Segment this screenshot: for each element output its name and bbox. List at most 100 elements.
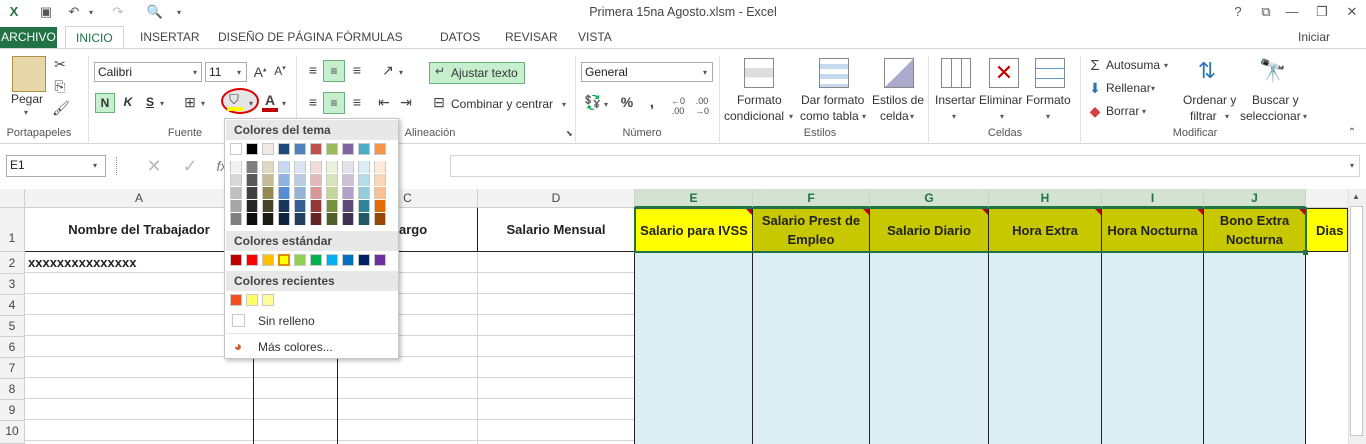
find-select-icon[interactable]: 🔭 (1258, 58, 1288, 84)
recent-color-swatch[interactable] (246, 294, 258, 306)
fill-button[interactable]: Rellenar (1106, 81, 1151, 95)
format-as-table-icon[interactable] (819, 58, 849, 88)
theme-shade-swatch[interactable] (310, 213, 322, 225)
font-name-select[interactable]: Calibri (94, 62, 202, 82)
theme-shade-swatch[interactable] (310, 161, 322, 173)
theme-shade-swatch[interactable] (246, 213, 258, 225)
find-select-label-2[interactable]: seleccionar (1240, 109, 1301, 123)
theme-shade-swatch[interactable] (310, 174, 322, 186)
theme-shade-swatch[interactable] (294, 174, 306, 186)
autosum-dropdown-icon[interactable]: ▾ (1164, 61, 1168, 70)
tab-home[interactable]: INICIO (65, 26, 124, 49)
confirm-entry-icon[interactable]: ✓ (180, 156, 200, 177)
name-box-dropdown-icon[interactable]: ▾ (93, 161, 97, 170)
close-icon[interactable]: ✕ (1342, 4, 1362, 22)
theme-shade-swatch[interactable] (294, 187, 306, 199)
theme-shade-swatch[interactable] (278, 200, 290, 212)
comment-indicator-icon[interactable] (982, 209, 988, 215)
tab-review[interactable]: REVISAR (495, 26, 568, 49)
theme-shade-swatch[interactable] (342, 213, 354, 225)
comment-indicator-icon[interactable] (1299, 209, 1305, 215)
comment-indicator-icon[interactable] (1095, 209, 1101, 215)
increase-indent-icon[interactable]: ⇥ (396, 94, 416, 111)
cell-d1[interactable]: Salario Mensual (478, 208, 635, 252)
ribbon-display-icon[interactable]: ⧉ (1256, 4, 1276, 22)
theme-shade-swatch[interactable] (374, 187, 386, 199)
theme-color-swatch[interactable] (326, 143, 338, 155)
theme-shade-swatch[interactable] (310, 200, 322, 212)
theme-shade-swatch[interactable] (358, 200, 370, 212)
tab-formulas[interactable]: FÓRMULAS (326, 26, 413, 49)
borders-dropdown-icon[interactable]: ▾ (201, 99, 205, 108)
format-as-table-label-2[interactable]: como tabla (800, 109, 859, 123)
format-as-table-label[interactable]: Dar formato (801, 93, 864, 107)
borders-icon[interactable]: ⊞ (182, 94, 198, 111)
fill-dropdown-icon[interactable]: ▾ (1151, 84, 1155, 93)
theme-shade-swatch[interactable] (246, 200, 258, 212)
comment-indicator-icon[interactable] (863, 209, 869, 215)
row-header-8[interactable]: 8 (0, 379, 25, 400)
orientation-icon[interactable]: ↗ (378, 62, 398, 79)
underline-button[interactable]: S (142, 95, 158, 109)
theme-shade-swatch[interactable] (230, 200, 242, 212)
delete-cells-label[interactable]: Eliminar (979, 93, 1022, 107)
column-header-j[interactable]: J (1204, 189, 1306, 208)
theme-shade-swatch[interactable] (246, 174, 258, 186)
insert-cells-label[interactable]: Insertar (935, 93, 976, 107)
theme-shade-swatch[interactable] (374, 161, 386, 173)
increase-font-icon[interactable]: A▴ (252, 64, 268, 80)
align-right-icon[interactable]: ≡ (347, 94, 367, 110)
increase-decimal-icon[interactable]: ←0 .00 (668, 96, 688, 116)
column-header-h[interactable]: H (989, 189, 1102, 208)
theme-shade-swatch[interactable] (230, 174, 242, 186)
accounting-format-icon[interactable]: 💱 (584, 94, 602, 111)
cell-styles-label[interactable]: Estilos de (872, 93, 924, 107)
theme-shade-swatch[interactable] (374, 174, 386, 186)
merge-icon[interactable]: ⊟ (430, 94, 448, 111)
format-as-table-dropdown-icon[interactable]: ▾ (862, 112, 866, 121)
decrease-font-icon[interactable]: A▾ (272, 64, 288, 78)
theme-shade-swatch[interactable] (326, 200, 338, 212)
column-header-f[interactable]: F (753, 189, 870, 208)
theme-shade-swatch[interactable] (230, 187, 242, 199)
sort-filter-label-2[interactable]: filtrar (1190, 109, 1217, 123)
percent-style-icon[interactable]: % (618, 94, 636, 110)
fill-color-dropdown-icon[interactable]: ▾ (249, 99, 253, 108)
restore-icon[interactable]: ❐ (1312, 4, 1332, 22)
tab-view[interactable]: VISTA (568, 26, 622, 49)
theme-shade-swatch[interactable] (326, 187, 338, 199)
theme-shade-swatch[interactable] (358, 187, 370, 199)
paste-dropdown-icon[interactable]: ▾ (24, 108, 28, 117)
standard-color-swatch[interactable] (230, 254, 242, 266)
cell-k1[interactable]: Dias (1306, 208, 1348, 252)
theme-shade-swatch[interactable] (374, 213, 386, 225)
cell-a2[interactable]: xxxxxxxxxxxxxxx (28, 255, 136, 270)
number-format-select[interactable]: General (581, 62, 713, 82)
merge-dropdown-icon[interactable]: ▾ (562, 100, 566, 109)
tab-insert[interactable]: INSERTAR (130, 26, 210, 49)
fill-down-icon[interactable]: ⬇ (1087, 80, 1103, 97)
theme-shade-swatch[interactable] (246, 187, 258, 199)
font-color-icon[interactable]: A (262, 92, 278, 108)
row-header-6[interactable]: 6 (0, 337, 25, 358)
comma-style-icon[interactable]: , (640, 94, 664, 111)
font-size-dropdown-icon[interactable]: ▾ (237, 68, 241, 77)
help-button[interactable]: ? (1228, 4, 1248, 22)
tab-file[interactable]: ARCHIVO (0, 27, 57, 48)
column-header-d[interactable]: D (478, 189, 635, 208)
delete-dropdown-icon[interactable]: ▾ (1000, 112, 1004, 121)
clear-dropdown-icon[interactable]: ▾ (1142, 107, 1146, 116)
underline-dropdown-icon[interactable]: ▾ (160, 99, 164, 108)
name-box[interactable]: E1 (6, 155, 106, 177)
theme-shade-swatch[interactable] (262, 187, 274, 199)
cut-icon[interactable]: ✂ (52, 56, 68, 73)
row-header-7[interactable]: 7 (0, 358, 25, 379)
standard-color-swatch[interactable] (262, 254, 274, 266)
row-header-4[interactable]: 4 (0, 295, 25, 316)
sort-filter-dropdown-icon[interactable]: ▾ (1225, 112, 1229, 121)
tab-page-layout[interactable]: DISEÑO DE PÁGINA (208, 26, 343, 49)
conditional-format-icon[interactable] (744, 58, 774, 88)
theme-shade-swatch[interactable] (246, 161, 258, 173)
column-header-g[interactable]: G (870, 189, 989, 208)
decrease-indent-icon[interactable]: ⇤ (374, 94, 394, 111)
